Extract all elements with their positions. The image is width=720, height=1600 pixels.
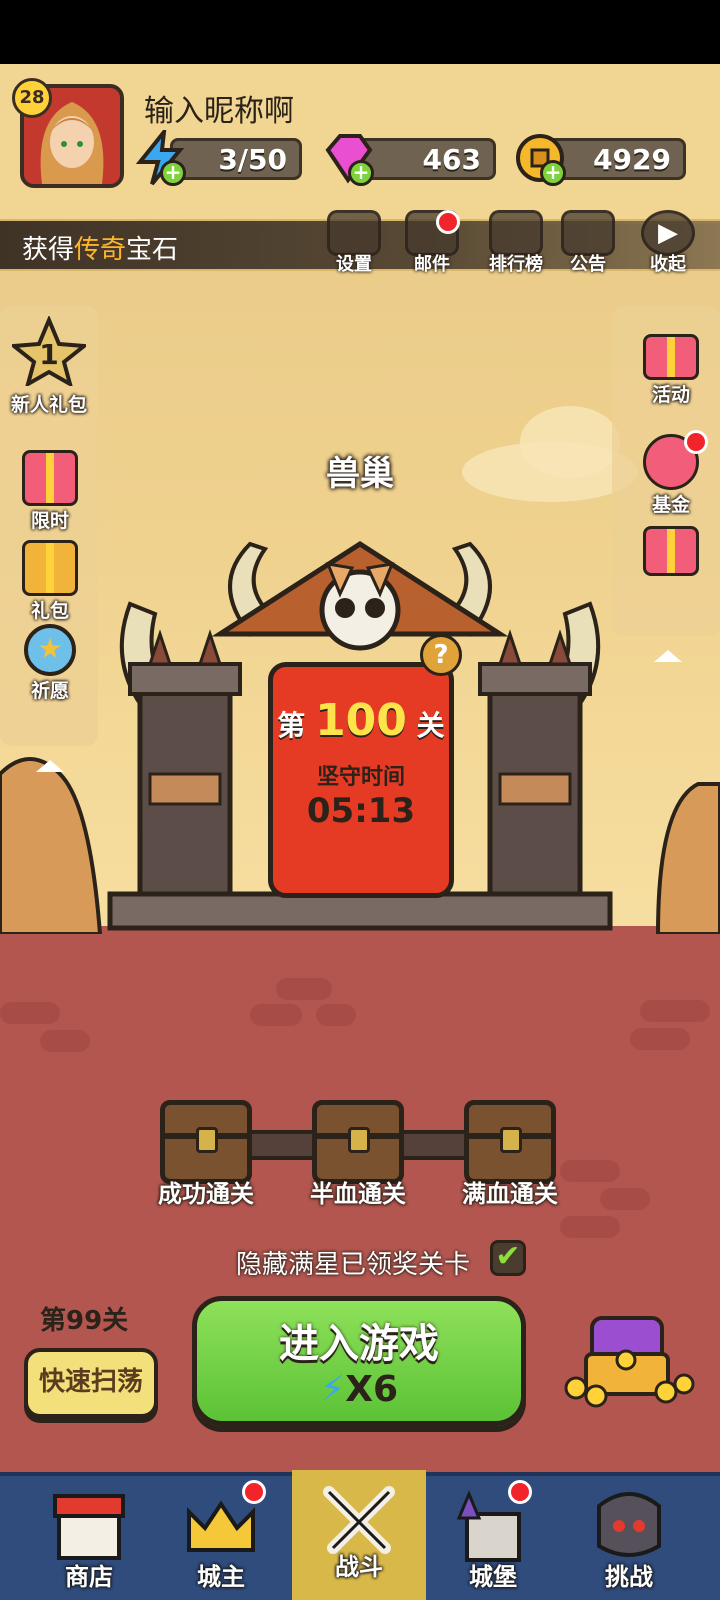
coin-value: 4929 xyxy=(593,143,671,176)
rock-left xyxy=(0,757,103,934)
gift-icon xyxy=(643,526,699,576)
hold-time-label: 坚守时间 xyxy=(316,765,405,790)
marquee-text: 获得传奇宝石 xyxy=(22,235,179,265)
chest-half-hp[interactable] xyxy=(312,1100,404,1184)
menu-wish-label: 祈愿 xyxy=(30,680,69,702)
mail-label: 邮件 xyxy=(414,254,450,275)
enter-game-cost: ⚡X6 xyxy=(197,1369,521,1410)
mail-notification-dot xyxy=(436,210,460,234)
nav-shop-label: 商店 xyxy=(65,1563,113,1591)
menu-activity[interactable]: 活动 xyxy=(626,334,716,407)
nav-lord-label: 城主 xyxy=(197,1563,245,1591)
add-gems-icon[interactable]: + xyxy=(348,160,374,186)
collapse-right-menu-icon[interactable] xyxy=(654,650,682,662)
lock-icon xyxy=(348,1127,370,1153)
collapse-left-menu-icon[interactable] xyxy=(36,760,64,772)
gem-value: 463 xyxy=(422,143,481,176)
nav-castle[interactable]: 城堡 xyxy=(426,1472,560,1600)
announcement-button[interactable]: 公告 xyxy=(556,210,620,282)
demon-helmet-icon xyxy=(597,1492,661,1557)
menu-seven-day[interactable]: 七日 xyxy=(626,526,716,576)
fund-notification-dot xyxy=(684,430,708,454)
enter-game-label: 进入游戏 xyxy=(279,1321,439,1367)
settings-label: 设置 xyxy=(336,254,372,275)
chest-clear-label: 成功通关 xyxy=(158,1180,254,1208)
nav-challenge[interactable]: 挑战 xyxy=(562,1472,696,1600)
svg-text:1: 1 xyxy=(39,338,58,371)
menu-limited-label: 限时 xyxy=(30,510,69,532)
nav-castle-label: 城堡 xyxy=(469,1563,517,1591)
gift-icon xyxy=(22,540,78,596)
announcement-label: 公告 xyxy=(570,254,606,275)
menu-wish[interactable]: ★ 祈愿 xyxy=(8,624,92,703)
ranking-label: 排行榜 xyxy=(489,254,543,275)
gift-icon xyxy=(22,450,78,506)
lord-notification-dot xyxy=(242,1480,266,1504)
menu-newbie-pack-label: 新人礼包 xyxy=(10,394,87,416)
treasure-chest-icon[interactable] xyxy=(556,1304,696,1414)
enter-game-button[interactable]: 进入游戏 ⚡X6 xyxy=(192,1296,526,1426)
add-coins-icon[interactable]: + xyxy=(540,160,566,186)
stage-suffix: 关 xyxy=(416,709,445,742)
menu-newbie-pack[interactable]: 1 新人礼包 xyxy=(2,314,96,417)
menu-activity-label: 活动 xyxy=(651,384,690,406)
chest-clear[interactable] xyxy=(160,1100,252,1184)
energy-icon: ⚡ xyxy=(319,1369,346,1410)
star-icon: 1 xyxy=(8,314,90,389)
status-bar xyxy=(0,0,720,64)
quick-sweep-button[interactable]: 快速扫荡 xyxy=(24,1348,158,1418)
stage-prefix: 第 xyxy=(277,709,306,742)
menu-gift-pack[interactable]: 礼包 xyxy=(8,540,92,623)
ranking-button[interactable]: 排行榜 xyxy=(476,210,556,282)
collapse-label: 收起 xyxy=(650,254,686,275)
nav-battle-label: 战斗 xyxy=(335,1553,383,1581)
lock-icon xyxy=(500,1127,522,1153)
stage-number: 100 xyxy=(315,695,407,746)
chest-half-hp-label: 半血通关 xyxy=(310,1180,406,1208)
stage-number-label: 第 100 关 xyxy=(273,695,449,746)
add-energy-icon[interactable]: + xyxy=(160,160,186,186)
menu-fund-label: 基金 xyxy=(651,494,690,516)
player-nickname[interactable]: 输入昵称啊 xyxy=(144,86,294,130)
hide-completed-label: 隐藏满星已领奖关卡 xyxy=(236,1250,471,1280)
level-badge: 28 xyxy=(12,78,52,118)
shop-icon xyxy=(53,1494,125,1560)
wish-orb-icon: ★ xyxy=(24,624,76,676)
nav-challenge-label: 挑战 xyxy=(605,1563,653,1591)
settings-button[interactable]: 设置 xyxy=(322,210,386,282)
activity-box-icon xyxy=(643,334,699,380)
collapse-button[interactable]: ▶ 收起 xyxy=(636,210,700,282)
castle-notification-dot xyxy=(508,1480,532,1504)
help-button[interactable]: ? xyxy=(420,634,462,676)
hold-time-value: 05:13 xyxy=(306,791,416,831)
sweep-stage-label: 第99关 xyxy=(40,1306,129,1336)
rock-right xyxy=(655,782,720,934)
lock-icon xyxy=(196,1127,218,1153)
energy-value: 3/50 xyxy=(218,143,287,176)
hide-completed-checkbox[interactable]: ✔ xyxy=(490,1240,526,1276)
nav-battle[interactable]: 战斗 xyxy=(292,1470,426,1600)
top-bar: 28 输入昵称啊 3/50 + 463 + 4929 + xyxy=(0,64,720,224)
nav-lord[interactable]: 城主 xyxy=(154,1472,288,1600)
nav-shop[interactable]: 商店 xyxy=(22,1472,156,1600)
stage-card[interactable]: 第 100 关 坚守时间 05:13 xyxy=(268,662,454,898)
menu-limited[interactable]: 限时 xyxy=(8,450,92,533)
enter-game-cost-value: X6 xyxy=(345,1369,399,1410)
menu-gift-pack-label: 礼包 xyxy=(30,600,69,622)
chest-full-hp[interactable] xyxy=(464,1100,556,1184)
chest-full-hp-label: 满血通关 xyxy=(462,1180,558,1208)
